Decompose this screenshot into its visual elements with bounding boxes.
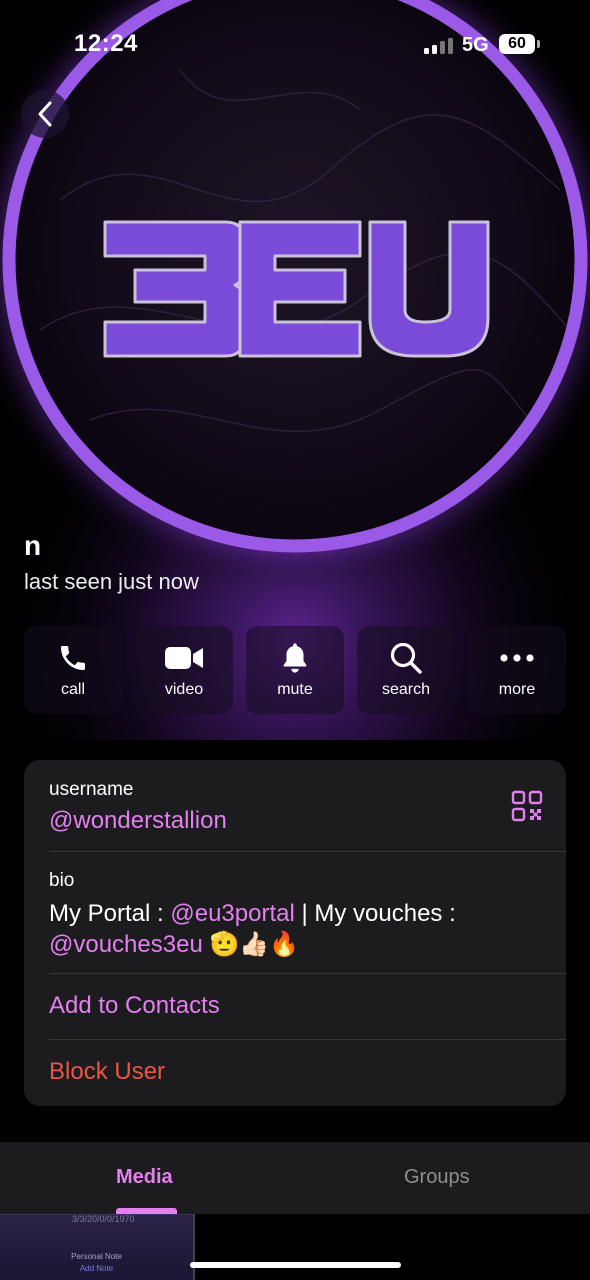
network-type: 5G (462, 34, 489, 56)
info-card: username @wonderstallion bio My Portal :… (24, 760, 566, 1106)
media-tab-bar: Media Groups (0, 1142, 590, 1214)
add-to-contacts-button[interactable]: Add to Contacts (49, 992, 220, 1020)
call-label: call (60, 681, 85, 698)
thumbnail-border (0, 1214, 193, 1215)
ellipsis-icon (468, 640, 566, 676)
back-button[interactable] (21, 90, 69, 138)
thumbnail-separator (193, 1214, 195, 1280)
thumbnail-subtitle: Add Note (79, 1264, 114, 1273)
qr-code-icon[interactable] (511, 790, 543, 822)
media-thumbnail[interactable]: 3/3/20/0/0/1970 Personal Note Add Note (0, 1214, 193, 1280)
bio-prefix: My Portal : (49, 900, 171, 927)
mute-label: mute (277, 681, 313, 698)
video-button[interactable]: video (135, 626, 233, 714)
bio-text: My Portal : @eu3portal | My vouches : @v… (49, 898, 529, 960)
magnifier-icon (357, 640, 455, 676)
bio-label: bio (49, 870, 75, 891)
battery-icon: 60 (499, 34, 535, 54)
tab-groups[interactable]: Groups (404, 1166, 470, 1189)
thumbnail-title: Personal Note (71, 1252, 122, 1261)
bio-emojis: 🫡👍🏻🔥 (209, 931, 300, 958)
chevron-left-icon (38, 101, 52, 127)
divider (49, 973, 566, 974)
call-button[interactable]: call (24, 626, 122, 714)
clock: 12:24 (74, 30, 138, 57)
more-label: more (498, 681, 536, 698)
username-value[interactable]: @wonderstallion (49, 807, 227, 835)
status-bar: 12:24 5G 60 (0, 0, 590, 90)
action-buttons: call video mute search more (0, 626, 590, 714)
cellular-signal-icon (424, 38, 456, 54)
more-button[interactable]: more (468, 626, 566, 714)
mute-button[interactable]: mute (246, 626, 344, 714)
block-user-button[interactable]: Block User (49, 1058, 165, 1086)
bell-icon (246, 640, 344, 676)
vouches-link[interactable]: @vouches3eu (49, 931, 203, 958)
bio-middle: | My vouches : (294, 900, 456, 927)
battery-tip (537, 40, 540, 48)
profile-name: n (24, 530, 42, 561)
divider (49, 1039, 566, 1040)
username-label: username (49, 779, 134, 800)
tab-media[interactable]: Media (116, 1166, 173, 1189)
portal-link[interactable]: @eu3portal (170, 900, 294, 927)
home-indicator[interactable] (190, 1262, 401, 1268)
search-label: search (381, 681, 431, 698)
video-camera-icon (135, 640, 233, 676)
video-label: video (164, 681, 204, 698)
phone-icon (24, 640, 122, 676)
search-button[interactable]: search (357, 626, 455, 714)
divider (49, 851, 566, 852)
last-seen-status: last seen just now (24, 569, 199, 594)
thumbnail-top-text: 3/3/20/0/0/1970 (72, 1214, 135, 1224)
